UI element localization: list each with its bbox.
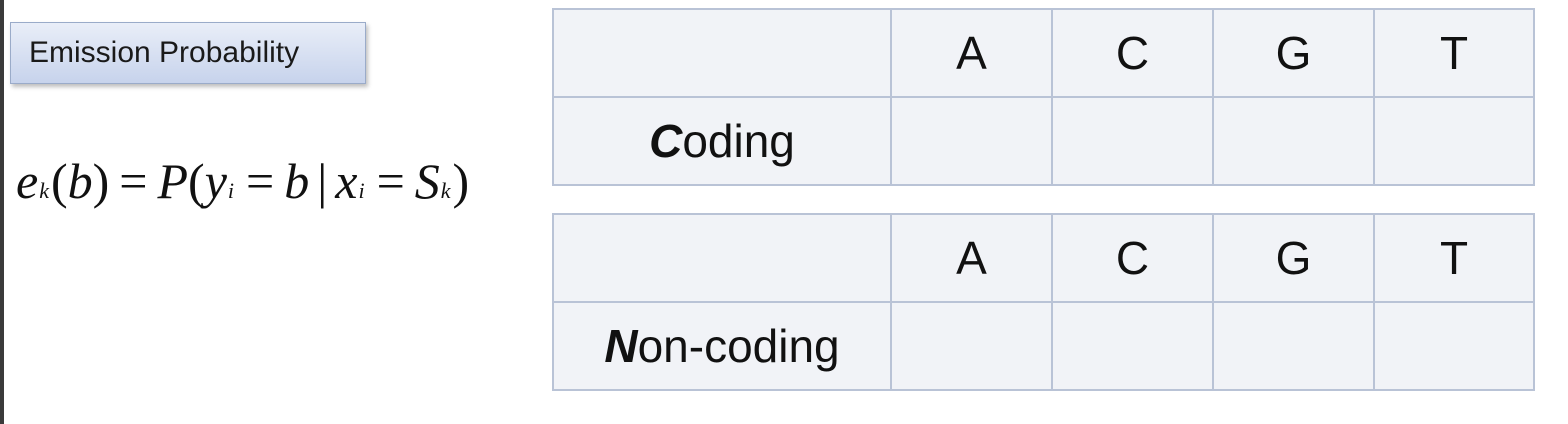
emission-probability-label: Emission Probability [10,22,366,84]
formula-b2: b [284,153,310,209]
row-label-rest: on-coding [637,320,840,372]
value-cell-a [890,96,1053,186]
value-cell-g [1212,301,1375,391]
formula-equals-3: = [376,153,405,209]
label-text: Emission Probability [29,36,300,69]
row-label-noncoding: Non-coding [552,301,892,391]
formula-equals-1: = [119,153,148,209]
table-row: Coding [552,96,1535,186]
formula-x: x [335,153,358,209]
value-cell-g [1212,96,1375,186]
coding-emission-table: A C G T Coding [552,8,1535,186]
formula-e: e [16,153,39,209]
value-cell-a [890,301,1053,391]
header-cell-a: A [890,8,1053,98]
formula-paren-close: ) [92,153,110,209]
formula-b1: b [67,153,93,209]
corner-cell [552,8,892,98]
header-cell-a: A [890,213,1053,303]
value-cell-c [1051,96,1214,186]
formula-P: P [157,153,189,209]
row-label-coding: Coding [552,96,892,186]
formula-sub-i2: i [358,178,365,203]
window-edge [0,0,4,424]
corner-cell [552,213,892,303]
header-cell-c: C [1051,8,1214,98]
formula-S: S [414,153,440,209]
formula-given-bar: | [317,153,328,209]
noncoding-emission-table: A C G T Non-coding [552,213,1535,391]
value-cell-c [1051,301,1214,391]
row-label-lead: N [604,320,638,372]
formula-paren-close-2: ) [452,153,470,209]
emission-formula: ek (b) = P(y i = b | xi = Sk) [16,152,469,222]
value-cell-t [1373,301,1535,391]
formula-y: y [204,153,227,209]
formula-sub-k1: k [39,178,49,203]
table-header-row: A C G T [552,8,1535,98]
formula-equals-2: = [246,153,275,209]
header-cell-g: G [1212,8,1375,98]
header-cell-c: C [1051,213,1214,303]
header-cell-t: T [1373,8,1535,98]
value-cell-t [1373,96,1535,186]
formula-paren-open: ( [50,153,68,209]
row-label-rest: oding [682,115,795,167]
table-row: Non-coding [552,301,1535,391]
formula-paren-open-2: ( [188,153,205,209]
formula-sub-i1: i [227,178,235,203]
header-cell-t: T [1373,213,1535,303]
row-label-lead: C [649,115,683,167]
formula-sub-k2: k [440,178,451,203]
table-header-row: A C G T [552,213,1535,303]
header-cell-g: G [1212,213,1375,303]
